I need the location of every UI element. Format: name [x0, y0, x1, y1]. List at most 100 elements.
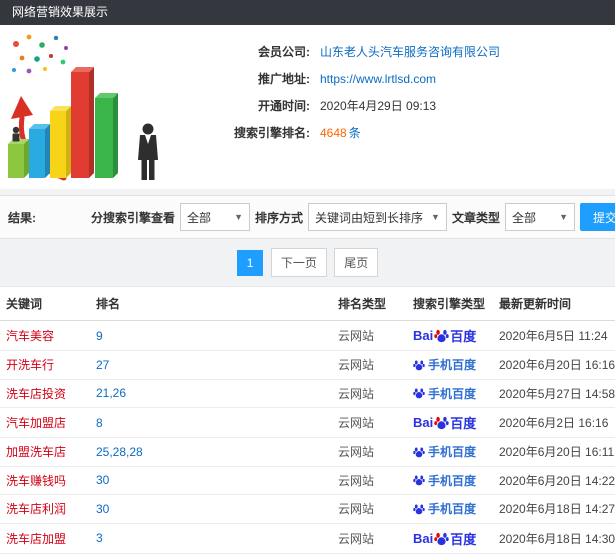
- baidu-logo-latin: Bai: [413, 530, 434, 546]
- keyword-cell[interactable]: 汽车美容: [0, 320, 90, 351]
- pagination: 1 下一页 尾页: [0, 239, 615, 286]
- rank-type-cell: 云网站: [332, 437, 407, 467]
- update-time-cell: 2020年5月27日 14:58: [493, 379, 615, 408]
- page-title: 网络营销效果展示: [12, 5, 109, 19]
- keyword-cell[interactable]: 洗车赚钱吗: [0, 466, 90, 495]
- engine-cell: Bai 百度: [407, 523, 493, 554]
- baidu-logo: Bai 百度: [413, 326, 476, 345]
- bar-chart-graphic: [8, 34, 158, 181]
- rank-type-cell: 云网站: [332, 320, 407, 351]
- sort-filter-label: 排序方式: [255, 210, 304, 225]
- rank-type-cell: 云网站: [332, 407, 407, 438]
- rank-cell[interactable]: 9: [90, 320, 332, 351]
- article-type-filter-label: 文章类型: [451, 210, 500, 225]
- update-time-cell: 2020年6月2日 16:16: [493, 407, 615, 438]
- next-page-button[interactable]: 下一页: [270, 248, 327, 277]
- mobile-baidu-label: 手机百度: [428, 473, 477, 488]
- info-row-url: 推广地址: https://www.lrtlsd.com: [190, 65, 500, 92]
- baidu-logo-cn: 百度: [450, 416, 477, 431]
- engine-cell: 手机百度: [407, 437, 493, 467]
- page-1-button[interactable]: 1: [236, 250, 264, 276]
- submit-button[interactable]: 提交: [579, 203, 615, 231]
- member-info: 会员公司: 山东老人头汽车服务咨询有限公司 推广地址: https://www.…: [190, 28, 500, 187]
- result-label: 结果:: [8, 210, 36, 225]
- keyword-cell[interactable]: 开洗车行: [0, 350, 90, 380]
- engine-cell: 手机百度: [407, 350, 493, 380]
- table-row: 汽车加盟店 8 云网站 Bai 百度 2020年6月2日 16:16: [0, 407, 615, 438]
- update-time-cell: 2020年6月18日 14:30: [493, 523, 615, 554]
- keyword-cell[interactable]: 洗车店利润: [0, 494, 90, 524]
- article-type-filter-select[interactable]: 全部 ▼: [504, 203, 575, 231]
- open-time-value: 2020年4月29日 09:13: [320, 99, 437, 113]
- rank-cell[interactable]: 30: [90, 494, 332, 524]
- baidu-logo: Bai 百度: [413, 413, 476, 432]
- mobile-baidu-badge: 手机百度: [413, 500, 476, 517]
- marketing-chart-illustration: [2, 28, 190, 187]
- chevron-down-icon: ▼: [559, 212, 568, 222]
- col-header-update-time: 最新更新时间: [493, 286, 615, 321]
- keyword-cell[interactable]: 洗车店加盟: [0, 523, 90, 554]
- keyword-cell[interactable]: 洗车店投资: [0, 379, 90, 408]
- info-row-company: 会员公司: 山东老人头汽车服务咨询有限公司: [190, 38, 500, 65]
- filter-controls: 分搜索引擎查看 全部 ▼ 排序方式 关键词由短到长排序 ▼ 文章类型 全部 ▼ …: [91, 203, 615, 231]
- rank-cell[interactable]: 3: [90, 523, 332, 554]
- update-time-cell: 2020年6月20日 14:22: [493, 466, 615, 495]
- rank-type-cell: 云网站: [332, 466, 407, 495]
- table-row: 洗车店加盟 3 云网站 Bai 百度 2020年6月18日 14:30: [0, 523, 615, 554]
- engine-filter-select[interactable]: 全部 ▼: [180, 203, 251, 231]
- engine-rank-unit: 条: [348, 126, 361, 140]
- engine-rank-count: 4648: [320, 125, 347, 140]
- table-row: 洗车赚钱吗 30 云网站 手机百度 2020年6月20日 14:22: [0, 466, 615, 495]
- rank-type-cell: 云网站: [332, 379, 407, 408]
- col-header-rank-type: 排名类型: [332, 286, 407, 321]
- mobile-baidu-paw-icon: [413, 359, 425, 371]
- mobile-baidu-paw-icon: [413, 503, 425, 515]
- mobile-baidu-badge: 手机百度: [413, 356, 476, 373]
- rank-cell[interactable]: 25,28,28: [90, 437, 332, 467]
- company-link[interactable]: 山东老人头汽车服务咨询有限公司: [320, 43, 500, 60]
- article-type-filter-value: 全部: [511, 210, 536, 225]
- update-time-cell: 2020年6月18日 14:27: [493, 494, 615, 524]
- engine-filter-label: 分搜索引擎查看: [91, 210, 176, 225]
- baidu-paw-icon: [434, 415, 449, 430]
- last-page-button[interactable]: 尾页: [334, 248, 379, 277]
- baidu-logo: Bai 百度: [413, 529, 476, 548]
- mobile-baidu-label: 手机百度: [428, 445, 477, 459]
- baidu-paw-icon: [434, 531, 449, 546]
- engine-cell: Bai 百度: [407, 407, 493, 438]
- keyword-cell[interactable]: 加盟洗车店: [0, 437, 90, 467]
- info-row-open-time: 开通时间: 2020年4月29日 09:13: [190, 92, 500, 119]
- engine-cell: 手机百度: [407, 494, 493, 524]
- col-header-keyword: 关键词: [0, 286, 90, 321]
- baidu-logo-latin: Bai: [413, 415, 434, 430]
- keyword-cell[interactable]: 汽车加盟店: [0, 407, 90, 438]
- mobile-baidu-badge: 手机百度: [413, 385, 476, 402]
- mobile-baidu-badge: 手机百度: [413, 472, 476, 489]
- engine-cell: 手机百度: [407, 379, 493, 408]
- promotion-url-label: 推广地址:: [258, 72, 310, 86]
- update-time-cell: 2020年6月20日 16:16: [493, 350, 615, 380]
- mobile-baidu-badge: 手机百度: [413, 443, 476, 460]
- rank-cell[interactable]: 21,26: [90, 379, 332, 408]
- rank-cell[interactable]: 8: [90, 407, 332, 438]
- col-header-rank: 排名: [90, 286, 332, 321]
- table-header-row: 关键词 排名 排名类型 搜索引擎类型 最新更新时间: [0, 286, 615, 321]
- info-row-rank: 搜索引擎排名: 4648 条: [190, 119, 500, 146]
- engine-filter-value: 全部: [187, 210, 212, 225]
- mobile-baidu-label: 手机百度: [428, 502, 477, 516]
- table-row: 开洗车行 27 云网站 手机百度 2020年6月20日 16:16: [0, 350, 615, 380]
- table-row: 加盟洗车店 25,28,28 云网站 手机百度 2020年6月20日 16:11: [0, 437, 615, 467]
- rank-type-cell: 云网站: [332, 494, 407, 524]
- engine-cell: 手机百度: [407, 466, 493, 495]
- table-row: 汽车美容 9 云网站 Bai 百度 2020年6月5日 11:24: [0, 320, 615, 351]
- filter-bar: 结果: 分搜索引擎查看 全部 ▼ 排序方式 关键词由短到长排序 ▼ 文章类型 全…: [0, 195, 615, 239]
- app-header: 网络营销效果展示: [0, 0, 615, 25]
- rank-cell[interactable]: 27: [90, 350, 332, 380]
- rank-cell[interactable]: 30: [90, 466, 332, 495]
- page: 网络营销效果展示 会员公司: 山东老人头汽车服务咨询有限公司 推广地址: htt…: [0, 0, 615, 554]
- table-row: 洗车店投资 21,26 云网站 手机百度 2020年5月27日 14:58: [0, 379, 615, 408]
- chevron-down-icon: ▼: [234, 212, 244, 222]
- sort-filter-select[interactable]: 关键词由短到长排序 ▼: [308, 203, 447, 231]
- promotion-url-link[interactable]: https://www.lrtlsd.com: [320, 72, 436, 86]
- chevron-down-icon: ▼: [431, 212, 440, 222]
